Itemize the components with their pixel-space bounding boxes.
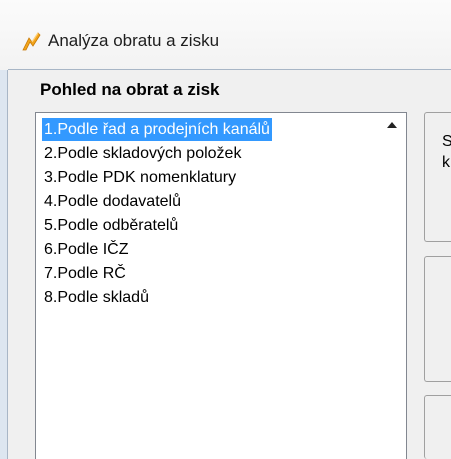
title-bar[interactable]: Analýza obratu a zisku (0, 0, 451, 70)
list-item[interactable]: 2.Podle skladových položek (42, 142, 243, 165)
right-panel-2 (424, 256, 451, 382)
list-item[interactable]: 8.Podle skladů (42, 286, 151, 309)
frame-divider (8, 69, 451, 70)
list-item[interactable]: 4.Podle dodavatelů (42, 190, 183, 213)
right-panel-1 (424, 112, 451, 242)
list-item[interactable]: 5.Podle odběratelů (42, 214, 180, 237)
list-item[interactable]: 7.Podle RČ (42, 262, 128, 285)
list-item[interactable]: 1.Podle řad a prodejních kanálů (42, 118, 272, 141)
analysis-window: Analýza obratu a zisku Pohled na obrat a… (0, 0, 451, 459)
view-listbox[interactable]: 1.Podle řad a prodejních kanálů 2.Podle … (35, 112, 407, 459)
right-panel-3 (424, 395, 451, 459)
app-icon (22, 32, 41, 51)
group-title: Pohled na obrat a zisk (40, 80, 220, 99)
vertical-scrollbar[interactable] (378, 113, 406, 459)
window-left-border (0, 70, 8, 459)
list-item[interactable]: 3.Podle PDK nomenklatury (42, 166, 238, 189)
window-title: Analýza obratu a zisku (48, 31, 220, 50)
right-panel-1-text-line1: S (442, 133, 451, 150)
scroll-up-arrow-icon[interactable] (378, 113, 406, 137)
right-panel-1-text-line2: k (442, 154, 450, 171)
list-item[interactable]: 6.Podle IČZ (42, 238, 130, 261)
